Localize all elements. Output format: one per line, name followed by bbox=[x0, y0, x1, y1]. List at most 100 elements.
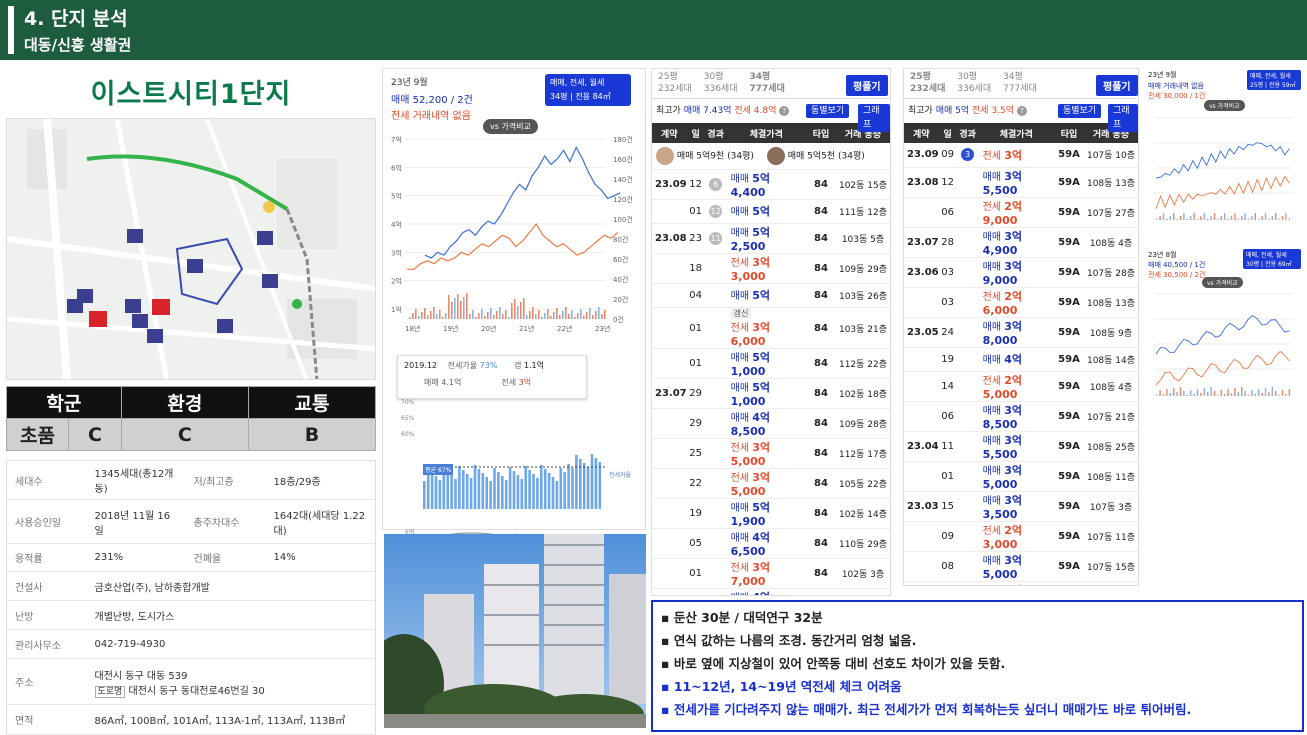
graph-button[interactable]: 그래프 bbox=[1108, 104, 1138, 132]
table-row: 03 전세 2억 6,000 59A 108동 13층 bbox=[904, 287, 1138, 318]
deal-type: 매매 bbox=[982, 261, 1002, 273]
row-elapsed bbox=[956, 581, 979, 585]
row-month: 23.06 bbox=[904, 257, 939, 288]
expand-area-button[interactable]: 평풀기 bbox=[846, 75, 888, 96]
volume-bar bbox=[1217, 219, 1219, 220]
row-month bbox=[652, 558, 687, 590]
help-icon[interactable]: ? bbox=[779, 106, 790, 116]
table-row: 01 12 매매 5억 84 111동 12층 bbox=[652, 199, 890, 224]
row-area: 84 bbox=[806, 498, 836, 530]
volume-bar bbox=[1247, 395, 1250, 396]
deal-type: 전세 bbox=[982, 291, 1002, 303]
row-area: 59A bbox=[1054, 317, 1084, 348]
rate-bar bbox=[438, 480, 442, 509]
volume-bar bbox=[535, 314, 537, 319]
volume-bar bbox=[1169, 393, 1171, 396]
row-day: 09 bbox=[938, 521, 957, 553]
deal-type: 매매 bbox=[730, 227, 750, 239]
complex-name: 이스트시티1단지 bbox=[90, 79, 292, 110]
row-area: 59A bbox=[1054, 521, 1084, 553]
info-key: 세대수 bbox=[6, 460, 87, 500]
rate-bar bbox=[598, 462, 602, 509]
row-price: 전세 2억 5,000 bbox=[978, 371, 1054, 403]
row-elapsed bbox=[956, 551, 979, 583]
row-month bbox=[904, 287, 939, 318]
y2-tick-label: 100건 bbox=[613, 215, 633, 224]
area-tab[interactable]: 25평 232세대 bbox=[652, 69, 698, 98]
deal-price: 3억 bbox=[1004, 148, 1023, 162]
deal-price: 3억 bbox=[1004, 259, 1023, 273]
row-day: 24 bbox=[938, 317, 957, 348]
info-row: 면적 86A㎡, 100B㎡, 101A㎡, 113A-1㎡, 113A㎡, 1… bbox=[6, 704, 376, 735]
table-row: 05 매매 4억 6,500 84 110동 29층 bbox=[652, 528, 890, 560]
tooltip-rate-label: 전세가율 bbox=[447, 361, 478, 370]
row-floor: 108동 11층 bbox=[1084, 461, 1138, 493]
table-row: 01 갱신 전세 3억 6,000 84 103동 21층 bbox=[652, 307, 890, 350]
deal-price-rest: 4,400 bbox=[730, 185, 766, 199]
expand-area-button[interactable]: 평풀기 bbox=[1096, 75, 1138, 96]
deal-price-rest: 3,000 bbox=[982, 538, 1018, 552]
mini2-dd-value: 매매, 전세, 월세 bbox=[1246, 252, 1287, 259]
deal-price-rest: 1,900 bbox=[730, 515, 766, 529]
rate-tick-label: 60% bbox=[401, 431, 415, 438]
row-elapsed bbox=[704, 498, 727, 530]
column-header: 타입 bbox=[1054, 123, 1084, 143]
x-tick-label: 21년 bbox=[519, 324, 534, 333]
row-floor: 102동 15층 bbox=[836, 169, 890, 200]
chart-type-dropdown[interactable]: 매매, 전세, 월세 34평 | 전용 84㎡ bbox=[545, 74, 631, 106]
info-value: 18층/29층 bbox=[265, 460, 376, 500]
help-icon[interactable]: ? bbox=[1016, 106, 1027, 116]
elapsed-badge: 11 bbox=[709, 231, 723, 245]
graph-button[interactable]: 그래프 bbox=[858, 104, 890, 132]
mini1-dropdown[interactable]: 매매, 전세, 월세 25평 | 전용 59㎡ bbox=[1247, 70, 1301, 90]
volume-bar bbox=[559, 315, 561, 319]
mini2-chart bbox=[1154, 293, 1294, 396]
volume-bar bbox=[562, 311, 564, 319]
table-row: 06 매매 3억 8,500 59A 107동 21층 bbox=[904, 401, 1138, 433]
grade-environment-value: C bbox=[120, 418, 249, 451]
chart-sale-summary: 매매 52,200 / 2건 bbox=[391, 95, 473, 106]
row-price: 매매 5억 bbox=[726, 199, 806, 224]
dong-view-button[interactable]: 동별보기 bbox=[806, 104, 850, 118]
note-item: ▪ 연식 값하는 나름의 조경. 동간거리 엄청 넓음. bbox=[661, 633, 917, 648]
row-day: 03 bbox=[938, 257, 957, 288]
transaction-table: 계약 일 경과 체결가격 타입 거래 동층 매매 5억9천 (34평) 매매 5억5천 (… bbox=[652, 123, 890, 595]
table-row: 23.09 09 3 전세 3억 59A 107동 10층 bbox=[904, 143, 1138, 168]
area-tab[interactable]: 30평 336세대 bbox=[951, 69, 997, 98]
map-graphic bbox=[7, 119, 375, 379]
transaction-table-34py: 25평 232세대 30평 336세대 34평 777세대 평풀기 최고가 매매 7.43… bbox=[651, 68, 891, 596]
area-tab[interactable]: 30평 336세대 bbox=[698, 69, 744, 98]
row-day: 29 bbox=[686, 408, 705, 440]
agent-left-text: 매매 5억9천 (34평) bbox=[676, 151, 754, 162]
mini2-jeonse: 전세 30,500 / 2건 bbox=[1148, 271, 1206, 279]
volume-bar bbox=[1241, 216, 1243, 220]
volume-bar bbox=[556, 308, 558, 319]
dong-view-button[interactable]: 동별보기 bbox=[1058, 104, 1102, 118]
area-tab-size: 30평 bbox=[957, 72, 978, 82]
row-month: 23.07 bbox=[652, 378, 687, 410]
volume-bar bbox=[1210, 387, 1212, 396]
deal-price-rest: 6,500 bbox=[730, 545, 766, 559]
row-price: 매매 3억 5,500 bbox=[978, 431, 1054, 463]
area-tab[interactable]: 25평 232세대 bbox=[904, 69, 951, 98]
volume-bar bbox=[433, 307, 435, 319]
volume-bar bbox=[1196, 219, 1199, 220]
volume-bar bbox=[487, 312, 489, 319]
y2-tick-label: 180건 bbox=[613, 135, 633, 144]
area-tab[interactable]: 34평 777세대 bbox=[997, 69, 1043, 98]
deal-price: 3억 bbox=[1004, 404, 1023, 418]
deal-type: 매매 bbox=[730, 173, 750, 185]
table-row: 18 전세 3억 3,000 84 109동 29층 bbox=[652, 253, 890, 284]
info-key: 건설사 bbox=[6, 571, 87, 601]
row-elapsed bbox=[704, 558, 727, 590]
info-row: 주소 대전시 동구 대동 539 도로명 대전시 동구 동대전로46번길 30 bbox=[6, 658, 376, 705]
area-tab[interactable]: 34평 777세대 bbox=[744, 69, 791, 98]
stat-max-label: 최고가 bbox=[656, 106, 681, 116]
deal-price-rest: 6,000 bbox=[730, 335, 766, 349]
row-month: 23.05 bbox=[904, 317, 939, 348]
row-month bbox=[652, 438, 687, 470]
row-elapsed bbox=[956, 287, 979, 318]
mini2-dropdown[interactable]: 매매, 전세, 월세 30평 | 전용 69㎡ bbox=[1243, 249, 1301, 269]
volume-bar bbox=[1241, 387, 1243, 396]
volume-bar bbox=[1244, 213, 1246, 220]
